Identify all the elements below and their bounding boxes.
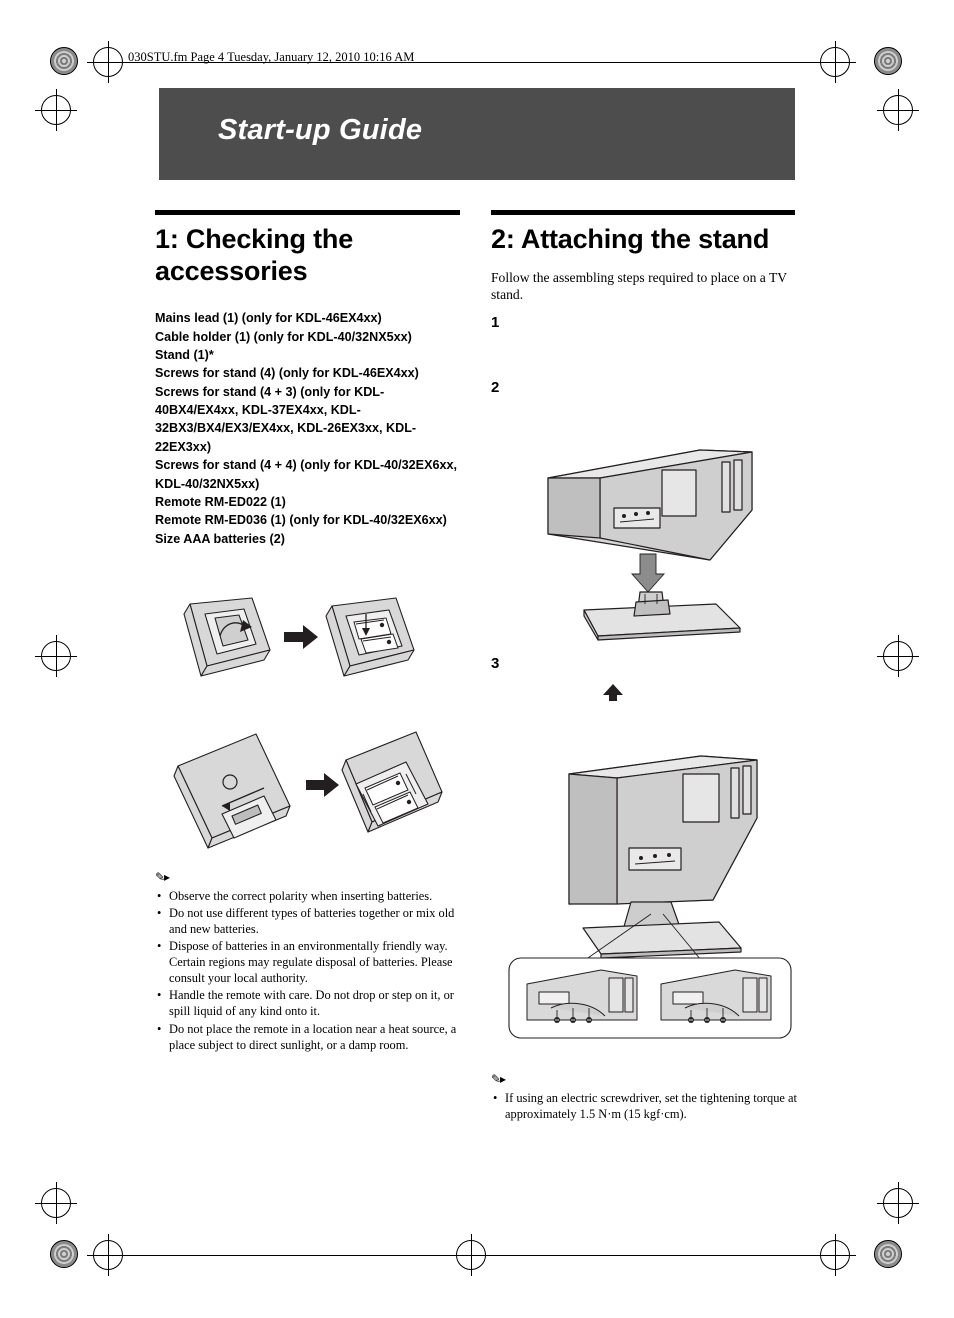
section-checking-accessories: 1: Checking the accessories Mains lead (… <box>155 210 460 548</box>
list-item: Dispose of batteries in an environmental… <box>155 938 465 986</box>
figure-remote-battery-cover-open <box>160 592 422 682</box>
page-title-bar: Start-up Guide <box>159 88 795 180</box>
registration-mark-bottom-left <box>35 1182 77 1224</box>
heading-attaching-stand: 2: Attaching the stand <box>491 224 770 254</box>
right-notes-block: ✎ ▸ If using an electric screwdriver, se… <box>491 1072 801 1123</box>
color-dot-bottom-right <box>874 1240 902 1268</box>
note-pencil-icon: ✎ ▸ <box>491 1072 506 1086</box>
list-item: Size AAA batteries (2) <box>155 531 285 546</box>
color-dot-top-left <box>50 47 78 75</box>
registration-mark-mid-right <box>877 635 919 677</box>
color-dot-bottom-left <box>50 1240 78 1268</box>
list-item: Stand (1)* <box>155 347 214 362</box>
list-item: Screws for stand (4) (only for KDL-46EX4… <box>155 366 419 381</box>
left-notes-list: Observe the correct polarity when insert… <box>155 888 465 1053</box>
list-item: Remote RM-ED036 (1) (only for KDL-40/32E… <box>155 513 447 528</box>
arrow-right-icon <box>284 625 318 649</box>
step-number-3: 3 <box>491 655 500 672</box>
arrow-right-icon <box>306 773 339 797</box>
registration-mark-top-right <box>877 89 919 131</box>
list-item: If using an electric screwdriver, set th… <box>491 1090 801 1122</box>
list-item: Cable holder (1) (only for KDL-40/32NX5x… <box>155 329 412 344</box>
registration-mark-mid-left <box>35 635 77 677</box>
arrow-down-icon <box>630 553 666 593</box>
accessories-list: Mains lead (1) (only for KDL-46EX4xx) Ca… <box>155 309 460 548</box>
page: 030STU.fm Page 4 Tuesday, January 12, 20… <box>0 0 954 1318</box>
list-item: Mains lead (1) (only for KDL-46EX4xx) <box>155 311 382 326</box>
step-number-1: 1 <box>491 314 500 331</box>
arrow-up-icon <box>603 684 623 701</box>
list-item: Handle the remote with care. Do not drop… <box>155 987 465 1019</box>
left-notes-block: ✎ ▸ Observe the correct polarity when in… <box>155 870 465 1054</box>
heading-checking-accessories: 1: Checking the accessories <box>155 224 354 286</box>
list-item: Remote RM-ED022 (1) <box>155 494 286 509</box>
right-notes-list: If using an electric screwdriver, set th… <box>491 1090 801 1122</box>
color-dot-top-right <box>874 47 902 75</box>
note-pencil-icon: ✎ ▸ <box>155 870 170 884</box>
figure-remote-battery-insert <box>160 728 445 850</box>
registration-mark-bottom-right <box>877 1182 919 1224</box>
figure-tv-stand-screw-detail <box>505 752 795 1042</box>
figure-step3-up-arrow <box>601 683 625 703</box>
attaching-stand-intro: Follow the assembling steps required to … <box>491 269 787 303</box>
list-item: Do not use different types of batteries … <box>155 905 465 937</box>
file-header-line: 030STU.fm Page 4 Tuesday, January 12, 20… <box>128 50 415 64</box>
list-item: Observe the correct polarity when insert… <box>155 888 465 904</box>
registration-mark-top-left <box>35 89 77 131</box>
list-item: Screws for stand (4 + 4) (only for KDL-4… <box>155 458 457 491</box>
page-title: Start-up Guide <box>218 114 423 146</box>
crop-line-bottom <box>108 1255 846 1256</box>
figure-tv-stand-attach <box>540 442 790 652</box>
step-number-2: 2 <box>491 379 500 396</box>
list-item: Screws for stand (4 + 3) (only for KDL-4… <box>155 384 417 454</box>
list-item: Do not place the remote in a location ne… <box>155 1021 465 1053</box>
section-attaching-stand: 2: Attaching the stand Follow the assemb… <box>491 210 795 304</box>
